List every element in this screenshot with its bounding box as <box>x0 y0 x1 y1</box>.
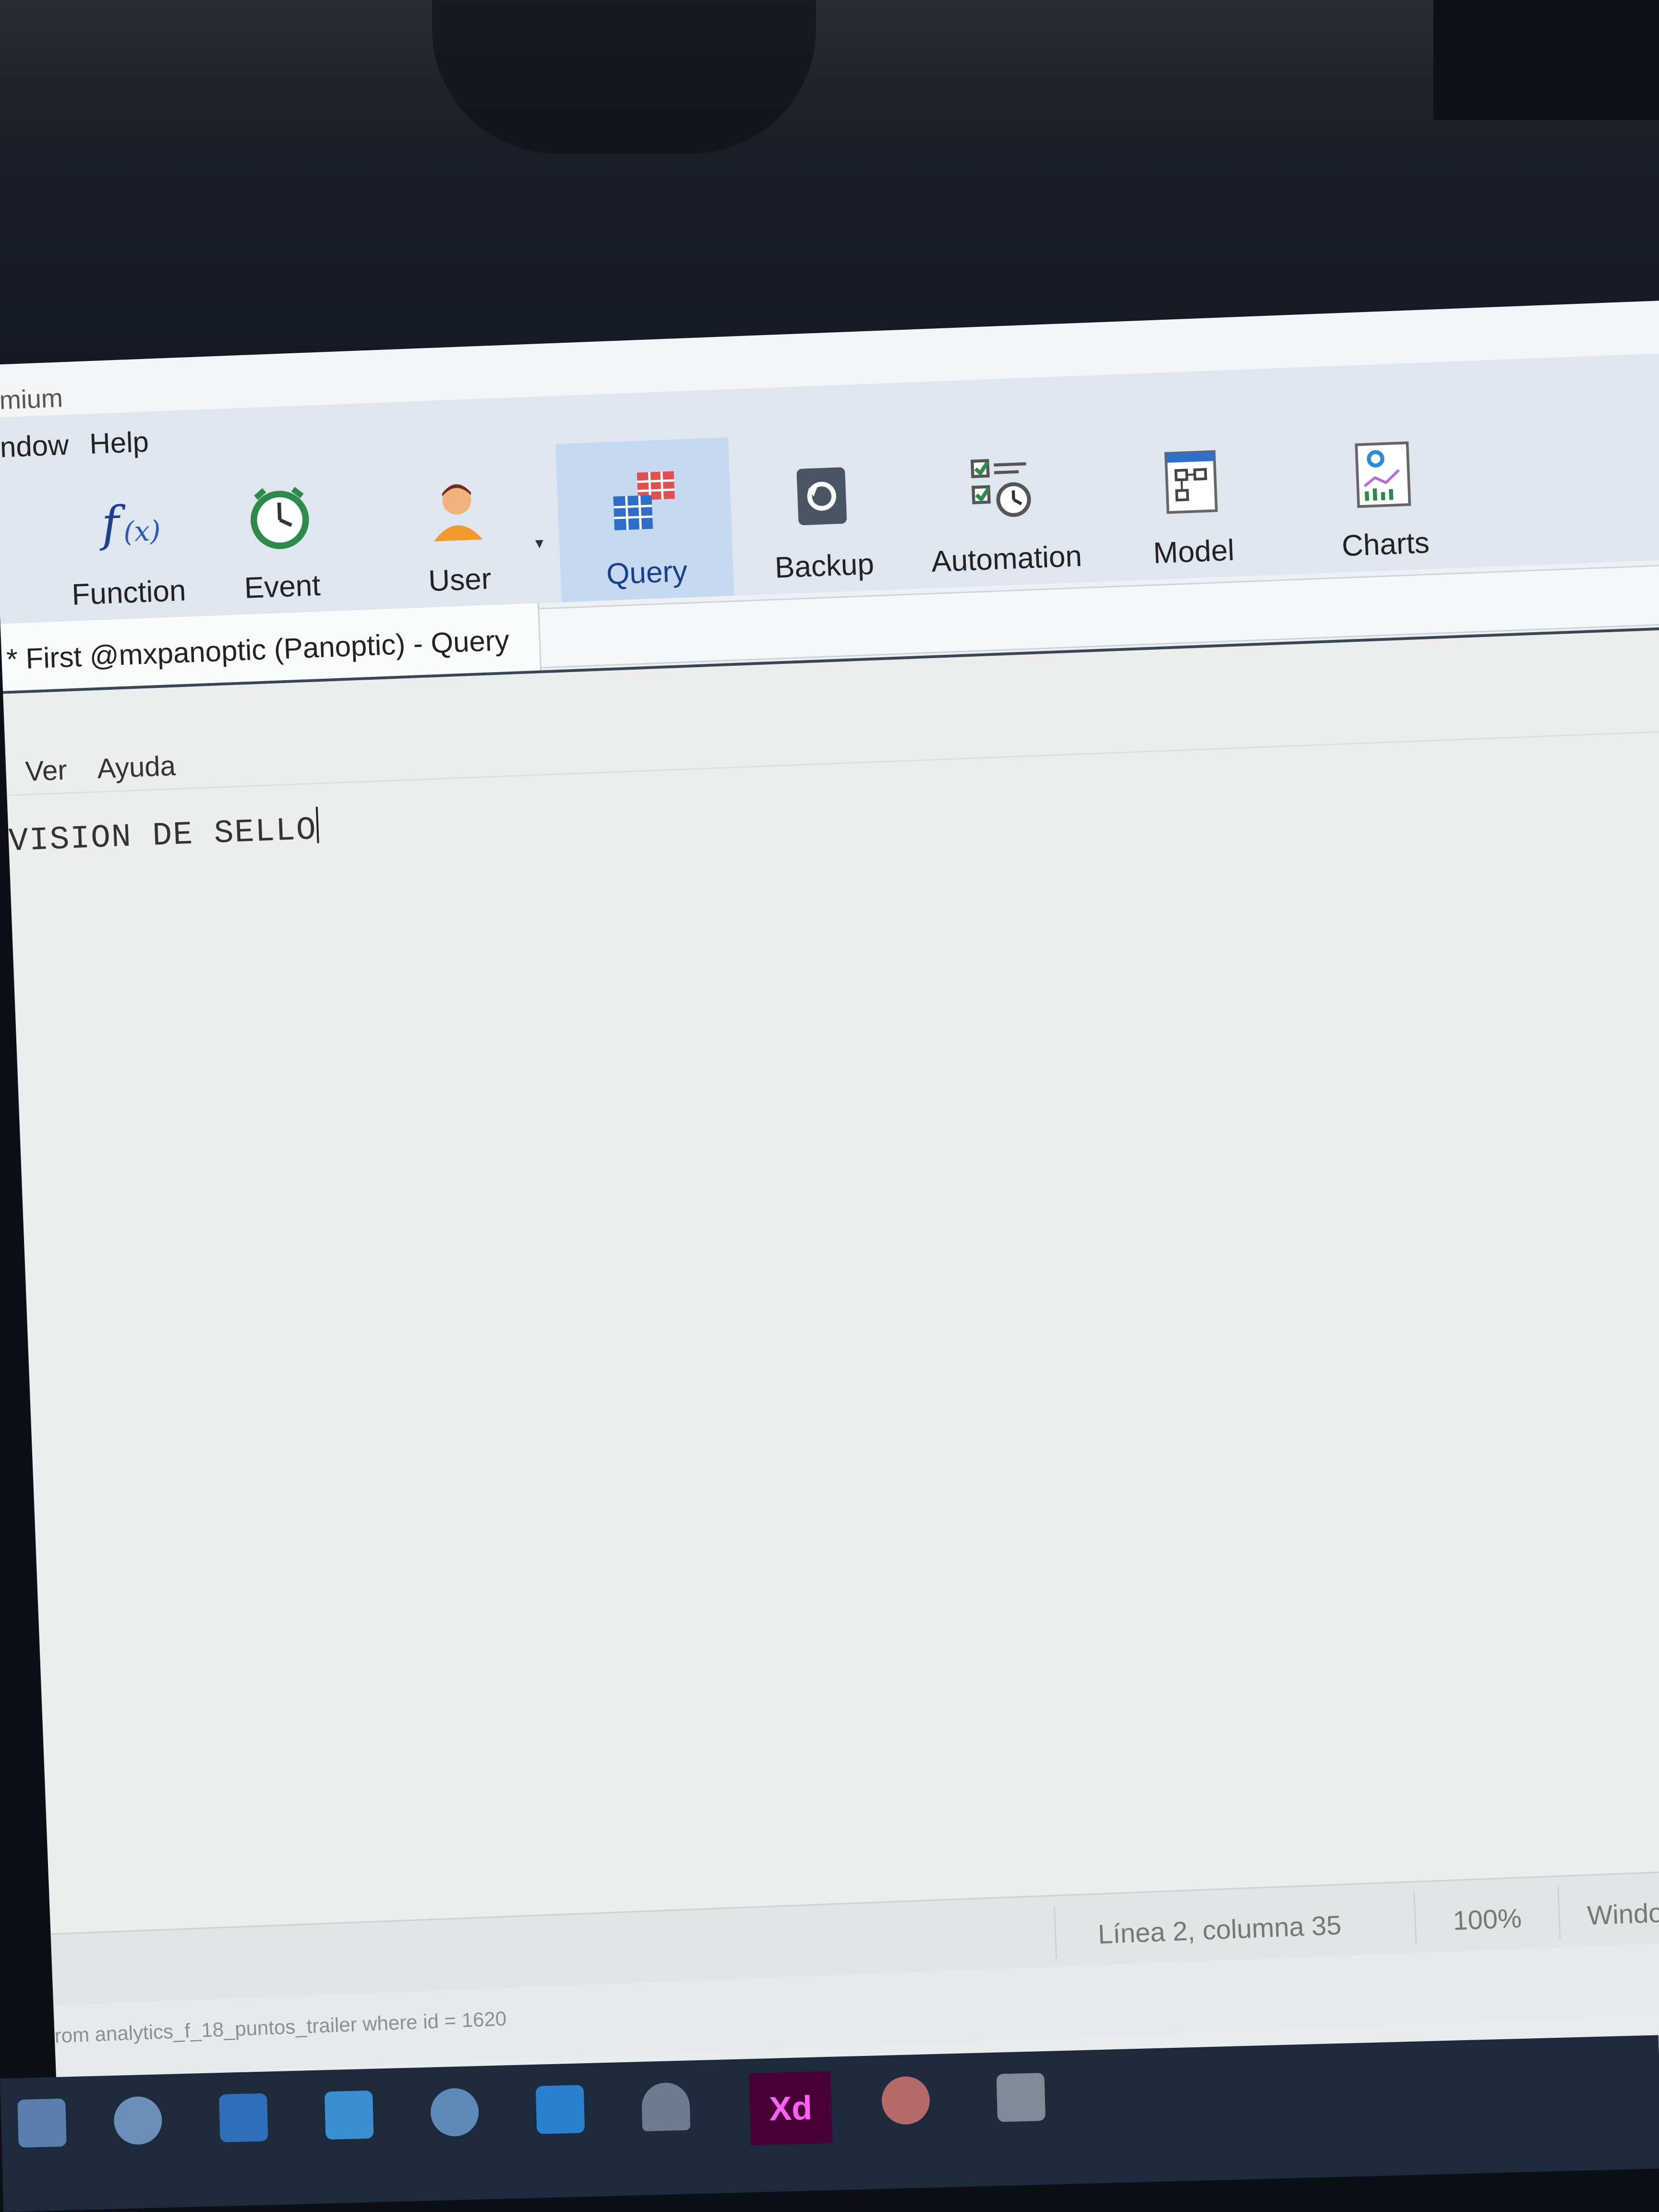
charts-icon <box>1343 435 1423 515</box>
adobe-xd-icon[interactable]: Xd <box>749 2071 833 2146</box>
bezel-corner <box>1433 0 1659 120</box>
notepad-editor[interactable]: Ver Ayuda VISION DE SELLO <box>3 628 1659 1941</box>
adobe-xd-label: Xd <box>769 2089 813 2128</box>
bezel-reflection <box>432 0 816 154</box>
menu-ayuda[interactable]: Ayuda <box>96 750 176 785</box>
cloud-icon[interactable] <box>634 2075 697 2139</box>
function-button[interactable]: f (x) Function <box>66 458 187 621</box>
user-icon <box>417 470 497 550</box>
charts-button[interactable]: Charts <box>1318 410 1449 573</box>
automation-label: Automation <box>931 540 1083 579</box>
menu-window[interactable]: indow <box>0 428 70 464</box>
outlook-icon[interactable] <box>212 2086 276 2150</box>
function-fx-icon: f (x) <box>86 483 166 563</box>
menu-ver[interactable]: Ver <box>24 754 68 788</box>
svg-text:(x): (x) <box>123 515 161 548</box>
skype-icon[interactable] <box>422 2080 486 2144</box>
model-diagram-icon <box>1151 442 1231 522</box>
cursor-position: Línea 2, columna 35 <box>1097 1910 1342 1949</box>
automation-button[interactable]: Automation <box>906 423 1104 589</box>
query-button[interactable]: Query <box>555 437 734 602</box>
status-separator <box>1413 1892 1417 1945</box>
powershell-icon[interactable] <box>317 2083 381 2147</box>
backup-restore-icon <box>782 457 862 536</box>
event-button[interactable]: Event <box>225 453 337 615</box>
status-separator <box>1557 1886 1561 1939</box>
vscode-icon[interactable] <box>528 2078 592 2141</box>
model-label: Model <box>1153 533 1235 570</box>
menu-help[interactable]: Help <box>89 425 149 460</box>
query-label: Query <box>605 554 688 591</box>
folder-icon[interactable] <box>989 2066 1053 2129</box>
editor-text: VISION DE SELLO <box>8 811 318 861</box>
alarm-clock-icon <box>240 477 320 557</box>
event-label: Event <box>243 568 321 605</box>
tab-query-label: * First @mxpanoptic (Panoptic) - Query <box>6 624 510 676</box>
charts-label: Charts <box>1341 526 1431 563</box>
file-explorer-icon[interactable] <box>10 2091 74 2155</box>
status-separator <box>1053 1906 1058 1959</box>
edge-browser-icon[interactable] <box>106 2089 170 2152</box>
editor-text-area[interactable]: VISION DE SELLO <box>8 806 319 861</box>
app-window: mium indow Help f (x) Function Event User… <box>0 299 1659 2159</box>
query-table-icon <box>604 463 684 543</box>
window-title: mium <box>0 384 63 415</box>
automation-checklist-icon <box>964 449 1044 529</box>
model-button[interactable]: Model <box>1131 418 1252 580</box>
backup-button[interactable]: Backup <box>757 432 888 595</box>
function-label: Function <box>71 574 187 612</box>
user-dropdown-arrow[interactable]: ▾ <box>535 533 544 553</box>
zoom-level: 100% <box>1452 1902 1522 1936</box>
chrome-icon[interactable] <box>874 2068 938 2132</box>
line-ending: Windows <box>1587 1896 1659 1931</box>
notepad-menu-bar: Ver Ayuda <box>5 676 1659 796</box>
user-label: User <box>428 562 492 598</box>
query-text: rom analytics_f_18_puntos_trailer where … <box>54 2007 507 2047</box>
backup-label: Backup <box>774 547 875 585</box>
user-button[interactable]: User <box>402 446 514 608</box>
